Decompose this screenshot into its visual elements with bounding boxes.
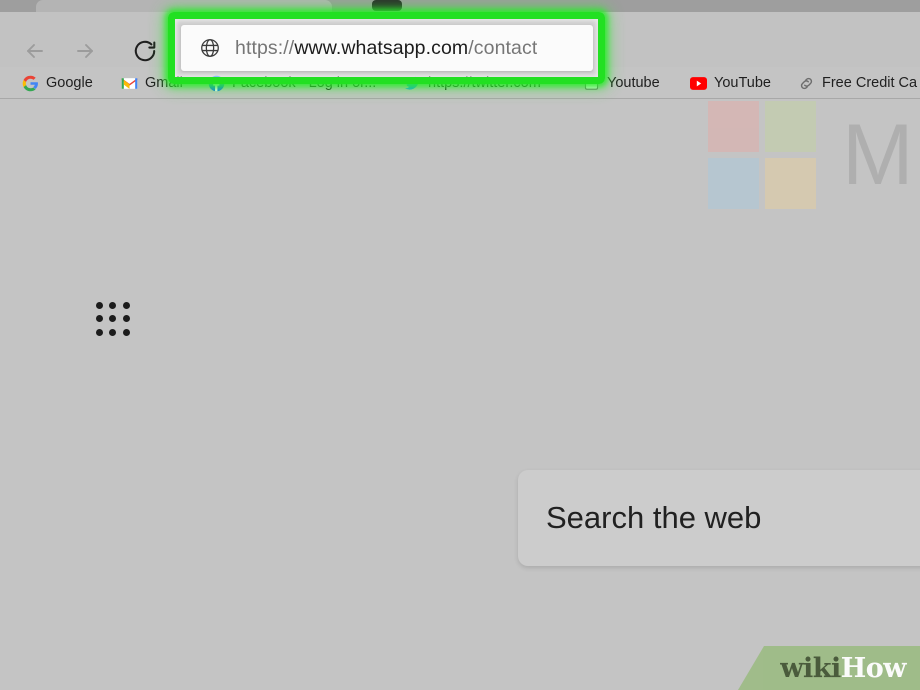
url-domain: www.whatsapp.com: [294, 36, 469, 59]
bookmark-label: YouTube: [714, 75, 771, 91]
bookmark-label: Google: [46, 75, 93, 91]
link-chain-icon: [798, 75, 815, 92]
apps-grid-dot: [122, 328, 130, 336]
whatsapp-favicon-icon: [372, 0, 402, 11]
ms-tile-green: [765, 101, 816, 152]
wikihow-how: How: [840, 652, 907, 684]
apps-grid-dot: [109, 302, 117, 309]
apps-grid-dot: [96, 328, 103, 336]
wikihow-text: wikiHow: [780, 653, 906, 684]
address-bar[interactable]: https://www.whatsapp.com/contact: [181, 25, 593, 71]
apps-grid-icon[interactable]: [96, 302, 132, 338]
page-content: M Search the web wikiHow: [0, 99, 920, 690]
google-g-icon: [22, 75, 39, 92]
ms-tile-blue: [708, 158, 759, 209]
wikihow-wiki: wiki: [780, 652, 841, 684]
url-path: /contact: [468, 36, 538, 59]
globe-icon[interactable]: [199, 37, 221, 59]
arrow-right-icon: [73, 39, 97, 63]
gmail-envelope-icon: [121, 75, 138, 92]
wikihow-watermark: wikiHow: [738, 646, 920, 690]
ms-tile-yellow: [765, 158, 816, 209]
reload-button[interactable]: [128, 34, 162, 68]
url-prefix: https://: [235, 36, 295, 59]
browser-toolbar: https://www.whatsapp.com/contact: [0, 12, 920, 84]
apps-grid-dot: [109, 328, 117, 336]
tab-strip: [0, 0, 920, 12]
back-button[interactable]: [18, 34, 52, 68]
bookmark-label: Youtube: [607, 75, 660, 91]
reload-icon: [132, 38, 158, 64]
apps-grid-dot: [96, 302, 103, 309]
bookmark-free-credit-card[interactable]: Free Credit Ca: [798, 67, 917, 99]
bookmark-label: Free Credit Ca: [822, 75, 918, 91]
search-the-web-label: Search the web: [546, 500, 762, 535]
microsoft-wordmark: M: [842, 107, 914, 203]
ms-tile-red: [708, 101, 759, 152]
apps-grid-dot: [122, 315, 130, 323]
apps-grid-dot: [122, 302, 130, 309]
microsoft-logo-icon: [708, 101, 816, 209]
bookmark-google[interactable]: Google: [22, 67, 93, 99]
search-the-web-box[interactable]: Search the web: [518, 470, 920, 566]
browser-tab[interactable]: [36, 0, 332, 12]
browser-window: https://www.whatsapp.com/contact Google: [0, 0, 920, 690]
address-bar-url: https://www.whatsapp.com/contact: [235, 37, 537, 60]
microsoft-branding: M: [708, 101, 914, 209]
bookmark-youtube[interactable]: YouTube: [690, 67, 771, 99]
apps-grid-dot: [96, 315, 103, 323]
youtube-play-icon: [690, 75, 707, 92]
forward-button[interactable]: [68, 34, 102, 68]
apps-grid-dot: [109, 315, 117, 323]
arrow-left-icon: [23, 39, 47, 63]
